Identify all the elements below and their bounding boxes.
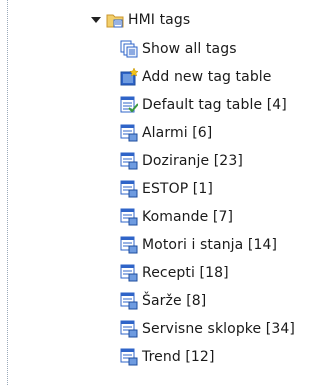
tree-item-label: Doziranje [23] xyxy=(142,153,243,169)
tree-item-label: Show all tags xyxy=(142,41,237,57)
tree-item-sarze[interactable]: Šarže [8] xyxy=(120,290,206,312)
tree-item-label: Alarmi [6] xyxy=(142,125,213,141)
tag-table-icon xyxy=(120,348,138,366)
tree-item-label: Servisne sklopke [34] xyxy=(142,321,295,337)
tree-guide-line xyxy=(7,0,8,385)
project-tree: HMI tags Show all tags Add new tag table xyxy=(0,0,324,385)
tree-item-label: Default tag table [4] xyxy=(142,97,287,113)
tag-table-icon xyxy=(120,264,138,282)
tag-table-icon xyxy=(120,208,138,226)
tree-item-label: Šarže [8] xyxy=(142,293,207,309)
tree-item-default-tag-table[interactable]: Default tag table [4] xyxy=(120,94,287,116)
tag-table-icon xyxy=(120,180,138,198)
tree-item-trend[interactable]: Trend [12] xyxy=(120,346,215,368)
add-tag-table-icon xyxy=(120,67,139,86)
folder-icon xyxy=(106,11,124,29)
tree-item-label: Trend [12] xyxy=(142,349,215,365)
tree-item-servisne-sklopke[interactable]: Servisne sklopke [34] xyxy=(120,318,295,340)
tag-table-icon xyxy=(120,236,138,254)
tag-table-icon xyxy=(120,320,138,338)
default-tag-table-icon xyxy=(120,96,139,114)
tree-item-show-all-tags[interactable]: Show all tags xyxy=(120,38,237,60)
tree-item-recepti[interactable]: Recepti [18] xyxy=(120,262,229,284)
tree-item-add-new-tag-table[interactable]: Add new tag table xyxy=(120,66,272,88)
tree-item-label: Recepti [18] xyxy=(142,265,229,281)
tree-item-doziranje[interactable]: Doziranje [23] xyxy=(120,150,243,172)
tree-node-label: HMI tags xyxy=(128,12,191,28)
tree-item-alarmi[interactable]: Alarmi [6] xyxy=(120,122,212,144)
tree-item-label: ESTOP [1] xyxy=(142,181,213,197)
tree-item-komande[interactable]: Komande [7] xyxy=(120,206,233,228)
tree-item-label: Motori i stanja [14] xyxy=(142,237,278,253)
tag-table-icon xyxy=(120,292,138,310)
tree-item-label: Add new tag table xyxy=(142,69,272,85)
tree-node-hmi-tags[interactable]: HMI tags xyxy=(91,9,190,31)
expand-arrow-icon[interactable] xyxy=(91,15,101,25)
tag-table-icon xyxy=(120,124,138,142)
tree-item-label: Komande [7] xyxy=(142,209,234,225)
show-all-tags-icon xyxy=(120,40,138,58)
tree-item-estop[interactable]: ESTOP [1] xyxy=(120,178,213,200)
tag-table-icon xyxy=(120,152,138,170)
tree-item-motori-i-stanja[interactable]: Motori i stanja [14] xyxy=(120,234,277,256)
